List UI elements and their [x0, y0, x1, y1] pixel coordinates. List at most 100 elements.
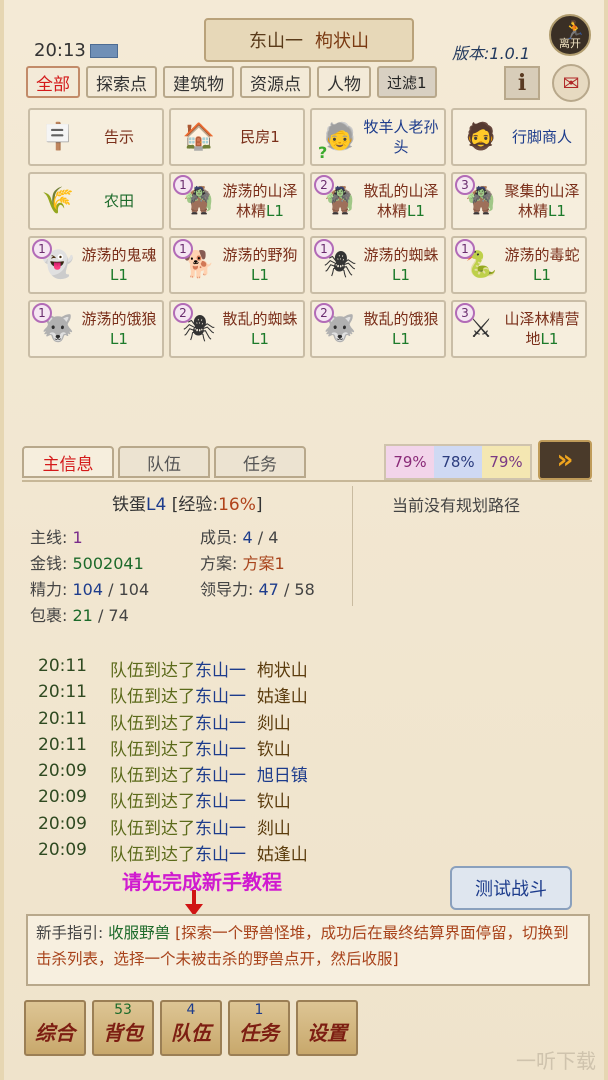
guide-title: 收服野兽 — [108, 924, 171, 942]
grid-cell[interactable]: 1 👻 游荡的鬼魂L1 — [28, 236, 164, 294]
cell-name: 游荡的野狗 — [222, 246, 298, 264]
cell-level: L1 — [533, 266, 551, 284]
log-time: 20:09 — [38, 761, 87, 782]
cell-level: L1 — [110, 330, 128, 348]
cell-name: 告示 — [103, 128, 134, 146]
grid-cell[interactable]: 3 🧌 聚集的山泽林精L1 — [451, 172, 587, 230]
game-screen: 20:13 东山一 枸状山 版本:1.0.1 🏃 离开 全部 探索点 建筑物 资… — [0, 0, 608, 1080]
leave-button[interactable]: 🏃 离开 — [549, 14, 591, 56]
tab-all[interactable]: 全部 — [26, 66, 80, 98]
running-man-icon: 🏃 — [563, 20, 586, 41]
tab-quests[interactable]: 任务 — [214, 446, 306, 478]
quest-mark-icon: ? — [318, 143, 328, 162]
mail-icon[interactable]: ✉ — [552, 64, 590, 102]
cell-name: 牧羊人老孙头 — [363, 118, 439, 156]
count-badge: 1 — [32, 239, 52, 259]
grid-cell[interactable]: 1 🐕 游荡的野狗L1 — [169, 236, 305, 294]
stat-label: 领导力: — [200, 580, 254, 599]
log-region: 东山一 — [195, 687, 246, 708]
grid-cell[interactable]: 3 ⚔ 山泽林精营地L1 — [451, 300, 587, 358]
stat-max: 4 — [268, 528, 279, 547]
location-banner: 东山一 枸状山 — [204, 18, 414, 62]
stat-value: 21 — [72, 606, 93, 625]
grid-cell[interactable]: 2 🕷 散乱的蜘蛛L1 — [169, 300, 305, 358]
percent-1: 79% — [386, 446, 434, 478]
nav-label: 综合 — [35, 1021, 75, 1045]
nav-count: 4 — [186, 1002, 196, 1018]
exp-label: 经验: — [178, 495, 219, 515]
grid-cell[interactable]: 🏠 民房1 — [169, 108, 305, 166]
log-row: 20:11 队伍到达了东山一 剡山 — [38, 709, 558, 735]
log-message: 队伍到达了 — [110, 766, 195, 787]
tab-people[interactable]: 人物 — [317, 66, 371, 98]
grid-cell[interactable]: 1 🕷 游荡的蜘蛛L1 — [310, 236, 446, 294]
stat-members: 成员: 4 / 4 — [200, 528, 279, 547]
tab-main-info[interactable]: 主信息 — [22, 446, 114, 478]
cell-name: 游荡的蜘蛛 — [363, 246, 439, 264]
cell-level: L1 — [392, 266, 410, 284]
stat-label: 金钱: — [30, 554, 68, 573]
grid-cell[interactable]: 1 🐺 游荡的饿狼L1 — [28, 300, 164, 358]
cell-level: L1 — [251, 330, 269, 348]
log-region: 东山一 — [195, 766, 246, 787]
tab-explore[interactable]: 探索点 — [86, 66, 157, 98]
arrow-down-icon — [185, 890, 203, 916]
tab-buildings[interactable]: 建筑物 — [163, 66, 234, 98]
nav-team-button[interactable]: 4 队伍 — [160, 1000, 222, 1056]
signpost-icon: 🪧 — [41, 122, 75, 152]
nav-bag-button[interactable]: 53 背包 — [92, 1000, 154, 1056]
log-message: 队伍到达了 — [110, 792, 195, 813]
log-region: 东山一 — [195, 818, 246, 839]
log-region: 东山一 — [195, 739, 246, 760]
fast-forward-button[interactable]: » — [538, 440, 592, 480]
entity-grid: 🪧 告示 🏠 民房1 🧓? 牧羊人老孙头 🧔 行脚商人 🌾 农田 1 🧌 游荡的山泽林精L1 … — [28, 108, 588, 358]
log-row: 20:09 队伍到达了东山一 旭日镇 — [38, 761, 558, 787]
test-battle-button[interactable]: 测试战斗 — [450, 866, 572, 910]
grid-cell[interactable]: 🧓? 牧羊人老孙头 — [310, 108, 446, 166]
grid-cell[interactable]: 🪧 告示 — [28, 108, 164, 166]
hero-level: L4 — [146, 495, 167, 515]
stat-value: 47 — [258, 580, 279, 599]
grid-cell[interactable]: 1 🧌 游荡的山泽林精L1 — [169, 172, 305, 230]
info-tabs: 主信息 队伍 任务 — [22, 446, 306, 478]
log-row: 20:09 队伍到达了东山一 姑逢山 — [38, 840, 558, 866]
grid-cell[interactable]: 2 🐺 散乱的饿狼L1 — [310, 300, 446, 358]
count-badge: 2 — [314, 303, 334, 323]
log-place: 钦山 — [256, 739, 291, 760]
log-row: 20:09 队伍到达了东山一 剡山 — [38, 814, 558, 840]
tab-filter[interactable]: 过滤1 — [377, 66, 437, 98]
log-message: 队伍到达了 — [110, 661, 195, 681]
cell-level: L1 — [392, 330, 410, 348]
log-time: 20:11 — [38, 682, 87, 703]
nav-quests-button[interactable]: 1 任务 — [228, 1000, 290, 1056]
grid-cell[interactable]: 2 🧌 散乱的山泽林精L1 — [310, 172, 446, 230]
nav-label: 队伍 — [171, 1021, 211, 1045]
info-icon[interactable]: i — [504, 66, 540, 100]
divider — [352, 486, 353, 606]
log-time: 20:11 — [38, 656, 87, 676]
log-message: 队伍到达了 — [110, 818, 195, 839]
log-row: 20:11 队伍到达了东山一 钦山 — [38, 735, 558, 761]
grid-cell[interactable]: 🌾 农田 — [28, 172, 164, 230]
log-region: 东山一 — [195, 713, 246, 734]
stat-plan: 方案: 方案1 — [200, 550, 285, 574]
tutorial-guide: 新手指引: 收服野兽 [探索一个野兽怪堆，成功后在最终结算界面停留，切换到击杀列… — [26, 914, 590, 986]
tab-resources[interactable]: 资源点 — [240, 66, 311, 98]
log-place: 枸状山 — [256, 661, 308, 681]
count-badge: 1 — [32, 303, 52, 323]
nav-overview-button[interactable]: 综合 — [24, 1000, 86, 1056]
cell-level: L1 — [407, 202, 425, 220]
location-area: 东山一 — [249, 31, 303, 52]
cell-name: 散乱的山泽林精 — [363, 182, 439, 220]
grid-cell[interactable]: 1 🐍 游荡的毒蛇L1 — [451, 236, 587, 294]
nav-settings-button[interactable]: 设置 — [296, 1000, 358, 1056]
grid-cell[interactable]: 🧔 行脚商人 — [451, 108, 587, 166]
battery-icon — [90, 44, 118, 58]
stat-label: 主线: — [30, 528, 68, 547]
tab-team[interactable]: 队伍 — [118, 446, 210, 478]
cell-name: 游荡的毒蛇 — [504, 246, 580, 264]
nav-count: 1 — [254, 1002, 264, 1018]
cell-level: L1 — [540, 330, 559, 348]
log-region: 东山一 — [195, 845, 246, 866]
guide-label: 新手指引: — [36, 924, 104, 942]
